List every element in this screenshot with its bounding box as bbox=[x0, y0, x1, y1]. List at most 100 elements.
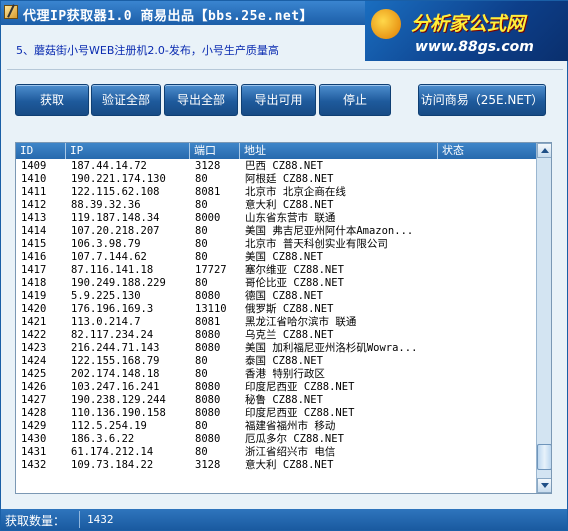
cell-port: 8081 bbox=[195, 316, 221, 328]
column-header-port[interactable]: 端口 bbox=[190, 143, 240, 159]
cell-port: 80 bbox=[195, 368, 208, 380]
scroll-down-arrow-icon[interactable] bbox=[537, 478, 551, 493]
column-header-ip[interactable]: IP bbox=[66, 143, 190, 159]
table-row[interactable]: 1427 190.238.129.244 8080 秘鲁 CZ88.NET bbox=[16, 394, 536, 407]
stop-button[interactable]: 停止 bbox=[319, 84, 391, 116]
cell-ip: 82.117.234.24 bbox=[71, 329, 154, 341]
cell-id: 1432 bbox=[21, 459, 47, 471]
cell-address: 北京市 普天科创实业有限公司 bbox=[245, 238, 388, 250]
cell-address: 哥伦比亚 CZ88.NET bbox=[245, 277, 344, 289]
table-row[interactable]: 1419 5.9.225.130 8080 德国 CZ88.NET bbox=[16, 290, 536, 303]
table-row[interactable]: 1423 216.244.71.143 8080 美国 加利福尼亚州洛杉矶Wowra.… bbox=[16, 342, 536, 355]
cell-ip: 112.5.254.19 bbox=[71, 420, 147, 432]
cell-id: 1413 bbox=[21, 212, 47, 224]
ad-banner[interactable]: 分析家公式网 www.88gs.com bbox=[365, 1, 568, 61]
cell-ip: 186.3.6.22 bbox=[71, 433, 135, 445]
cell-port: 80 bbox=[195, 199, 208, 211]
export-valid-button[interactable]: 导出可用 bbox=[241, 84, 316, 116]
table-row[interactable]: 1415 106.3.98.79 80 北京市 普天科创实业有限公司 bbox=[16, 238, 536, 251]
table-row[interactable]: 1422 82.117.234.24 8080 乌克兰 CZ88.NET bbox=[16, 329, 536, 342]
cell-port: 8080 bbox=[195, 381, 221, 393]
count-label: 获取数量： bbox=[5, 514, 66, 528]
fetch-button[interactable]: 获取 bbox=[15, 84, 89, 116]
cell-status bbox=[438, 394, 536, 407]
cell-status bbox=[438, 303, 536, 316]
column-header-id[interactable]: ID bbox=[16, 143, 66, 159]
cell-id: 1429 bbox=[21, 420, 47, 432]
verify-all-button[interactable]: 验证全部 bbox=[91, 84, 161, 116]
table-row[interactable]: 1421 113.0.214.7 8081 黑龙江省哈尔滨市 联通 bbox=[16, 316, 536, 329]
cell-ip: 187.44.14.72 bbox=[71, 160, 147, 172]
table-row[interactable]: 1417 87.116.141.18 17727 塞尔维亚 CZ88.NET bbox=[16, 264, 536, 277]
visit-site-button[interactable]: 访问商易（25E.NET） bbox=[418, 84, 546, 116]
cell-status bbox=[438, 446, 536, 459]
table-row[interactable]: 1432 109.73.184.22 3128 意大利 CZ88.NET bbox=[16, 459, 536, 472]
cell-id: 1410 bbox=[21, 173, 47, 185]
table-row[interactable]: 1409 187.44.14.72 3128 巴西 CZ88.NET bbox=[16, 160, 536, 173]
cell-ip: 202.174.148.18 bbox=[71, 368, 160, 380]
cell-status bbox=[438, 290, 536, 303]
divider bbox=[7, 69, 563, 70]
cell-port: 80 bbox=[195, 173, 208, 185]
cell-address: 厄瓜多尔 CZ88.NET bbox=[245, 433, 344, 445]
ad-logo-icon bbox=[371, 9, 401, 39]
scroll-thumb[interactable] bbox=[537, 444, 551, 470]
table-row[interactable]: 1431 61.174.212.14 80 浙江省绍兴市 电信 bbox=[16, 446, 536, 459]
scroll-up-arrow-icon[interactable] bbox=[537, 143, 551, 158]
cell-status bbox=[438, 407, 536, 420]
cell-ip: 122.115.62.108 bbox=[71, 186, 160, 198]
cell-ip: 88.39.32.36 bbox=[71, 199, 141, 211]
cell-port: 3128 bbox=[195, 459, 221, 471]
cell-address: 美国 弗吉尼亚州阿什本Amazon... bbox=[245, 225, 414, 237]
cell-status bbox=[438, 329, 536, 342]
cell-status bbox=[438, 199, 536, 212]
cell-address: 意大利 CZ88.NET bbox=[245, 199, 334, 211]
cell-address: 阿根廷 CZ88.NET bbox=[245, 173, 334, 185]
table-row[interactable]: 1428 110.136.190.158 8080 印度尼西亚 CZ88.NET bbox=[16, 407, 536, 420]
cell-ip: 190.238.129.244 bbox=[71, 394, 166, 406]
column-header-address[interactable]: 地址 bbox=[240, 143, 438, 159]
table-row[interactable]: 1429 112.5.254.19 80 福建省福州市 移动 bbox=[16, 420, 536, 433]
cell-status bbox=[438, 225, 536, 238]
column-header-status[interactable]: 状态 bbox=[438, 143, 536, 159]
cell-status bbox=[438, 342, 536, 355]
cell-id: 1422 bbox=[21, 329, 47, 341]
cell-address: 乌克兰 CZ88.NET bbox=[245, 329, 334, 341]
table-row[interactable]: 1413 119.187.148.34 8000 山东省东营市 联通 bbox=[16, 212, 536, 225]
export-all-button[interactable]: 导出全部 bbox=[164, 84, 238, 116]
cell-port: 8080 bbox=[195, 407, 221, 419]
app-icon bbox=[4, 5, 18, 19]
table-row[interactable]: 1430 186.3.6.22 8080 厄瓜多尔 CZ88.NET bbox=[16, 433, 536, 446]
cell-address: 德国 CZ88.NET bbox=[245, 290, 323, 302]
notice-link[interactable]: 5、蘑菇街小号WEB注册机2.0-发布，小号生产质量高 bbox=[10, 39, 365, 61]
cell-port: 8080 bbox=[195, 433, 221, 445]
cell-status bbox=[438, 277, 536, 290]
cell-port: 8080 bbox=[195, 394, 221, 406]
cell-status bbox=[438, 264, 536, 277]
ad-title: 分析家公式网 bbox=[411, 13, 526, 35]
table-row[interactable]: 1414 107.20.218.207 80 美国 弗吉尼亚州阿什本Amazon... bbox=[16, 225, 536, 238]
cell-address: 香港 特别行政区 bbox=[245, 368, 325, 380]
cell-port: 13110 bbox=[195, 303, 227, 315]
cell-id: 1424 bbox=[21, 355, 47, 367]
vertical-scrollbar[interactable] bbox=[536, 143, 551, 493]
table-row[interactable]: 1424 122.155.168.79 80 泰国 CZ88.NET bbox=[16, 355, 536, 368]
proxy-table[interactable]: ID IP 端口 地址 状态 1409 187.44.14.72 3128 巴西 CZ… bbox=[15, 142, 552, 494]
table-row[interactable]: 1420 176.196.169.3 13110 俄罗斯 CZ88.NET bbox=[16, 303, 536, 316]
table-row[interactable]: 1418 190.249.188.229 80 哥伦比亚 CZ88.NET bbox=[16, 277, 536, 290]
cell-port: 17727 bbox=[195, 264, 227, 276]
cell-status bbox=[438, 420, 536, 433]
cell-id: 1412 bbox=[21, 199, 47, 211]
cell-address: 浙江省绍兴市 电信 bbox=[245, 446, 336, 458]
cell-status bbox=[438, 433, 536, 446]
table-row[interactable]: 1416 107.7.144.62 80 美国 CZ88.NET bbox=[16, 251, 536, 264]
cell-address: 印度尼西亚 CZ88.NET bbox=[245, 381, 355, 393]
table-row[interactable]: 1410 190.221.174.130 80 阿根廷 CZ88.NET bbox=[16, 173, 536, 186]
table-row[interactable]: 1412 88.39.32.36 80 意大利 CZ88.NET bbox=[16, 199, 536, 212]
table-row[interactable]: 1411 122.115.62.108 8081 北京市 北京企商在线 bbox=[16, 186, 536, 199]
status-bar: 获取数量： 1432 bbox=[1, 509, 567, 530]
cell-ip: 103.247.16.241 bbox=[71, 381, 160, 393]
table-row[interactable]: 1426 103.247.16.241 8080 印度尼西亚 CZ88.NET bbox=[16, 381, 536, 394]
table-row[interactable]: 1425 202.174.148.18 80 香港 特别行政区 bbox=[16, 368, 536, 381]
cell-ip: 106.3.98.79 bbox=[71, 238, 141, 250]
